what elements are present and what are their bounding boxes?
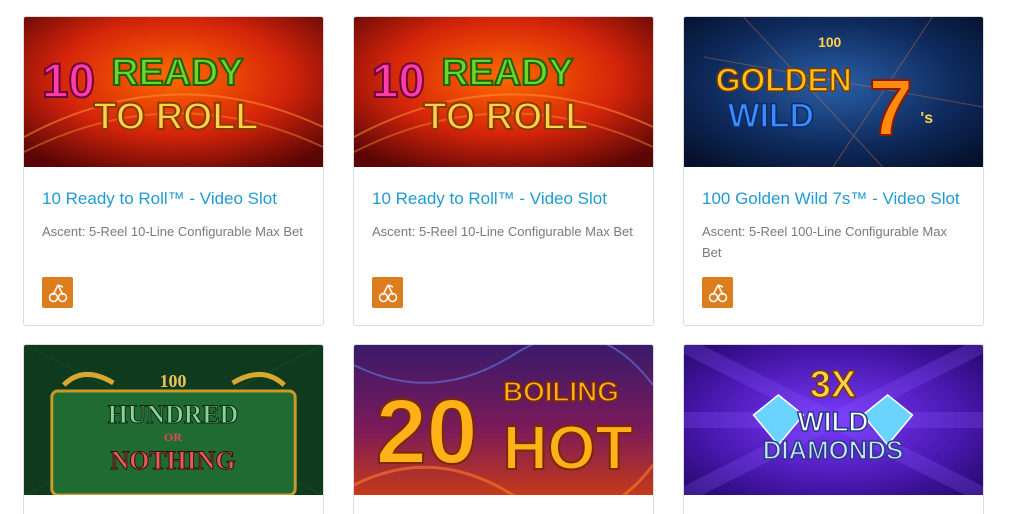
art-number: 10 <box>42 55 95 108</box>
cherries-icon <box>42 277 73 308</box>
game-art-20-boiling-hot: 20 BOILING HOT <box>354 345 653 495</box>
game-card-20-boiling-hot[interactable]: 20 BOILING HOT <box>353 344 654 514</box>
art-line2: TO ROLL <box>94 96 259 138</box>
art-line2: HOT <box>503 414 633 483</box>
art-line1: 3X <box>810 364 856 406</box>
art-line1: READY <box>441 52 573 94</box>
art-top: 100 <box>818 34 841 50</box>
art-line2: WILD <box>728 97 814 135</box>
game-thumbnail[interactable]: 20 BOILING HOT <box>354 345 653 495</box>
game-description: Ascent: 5-Reel 10-Line Configurable Max … <box>372 224 633 239</box>
game-thumbnail[interactable]: 10 READY TO ROLL <box>354 17 653 167</box>
game-description: Ascent: 5-Reel 100-Line Configurable Max… <box>702 224 947 260</box>
art-number: 20 <box>376 381 478 483</box>
cherries-icon <box>372 277 403 308</box>
art-suffix: 's <box>920 110 933 127</box>
game-art-10-ready-to-roll: 10 READY TO ROLL <box>24 17 323 167</box>
cherries-icon <box>702 277 733 308</box>
game-art-3x-wild-diamonds: 3X WILD DIAMONDS <box>684 345 983 495</box>
art-line3: DIAMONDS <box>763 437 904 465</box>
game-art-10-ready-to-roll: 10 READY TO ROLL <box>354 17 653 167</box>
game-card-100-golden-wild-7s[interactable]: 100 GOLDEN WILD 7 's 100 Golden Wild 7s™… <box>683 16 984 326</box>
game-art-100-golden-wild-7s: 100 GOLDEN WILD 7 's <box>684 17 983 167</box>
game-title-link[interactable]: 10 Ready to Roll™ - Video Slot <box>42 187 305 211</box>
game-thumbnail[interactable]: 10 READY TO ROLL <box>24 17 323 167</box>
art-seven: 7 <box>869 63 913 152</box>
game-card-hundred-or-nothing[interactable]: 100 HUNDRED OR NOTHING <box>23 344 324 514</box>
game-card-3x-wild-diamonds[interactable]: 3X WILD DIAMONDS <box>683 344 984 514</box>
art-line1: READY <box>111 52 243 94</box>
art-top: 100 <box>160 371 187 391</box>
art-line1: BOILING <box>503 376 619 407</box>
game-description: Ascent: 5-Reel 10-Line Configurable Max … <box>42 224 303 239</box>
game-card-10-ready-to-roll-2[interactable]: 10 READY TO ROLL 10 Ready to Roll™ - Vid… <box>353 16 654 326</box>
game-thumbnail[interactable]: 100 GOLDEN WILD 7 's <box>684 17 983 167</box>
art-line1: HUNDRED <box>108 400 239 429</box>
art-line2: WILD <box>797 406 868 437</box>
game-title-link[interactable]: 10 Ready to Roll™ - Video Slot <box>372 187 635 211</box>
art-line2: TO ROLL <box>424 96 589 138</box>
game-card-10-ready-to-roll[interactable]: 10 READY TO ROLL 10 Ready to Roll™ - Vid… <box>23 16 324 326</box>
game-thumbnail[interactable]: 100 HUNDRED OR NOTHING <box>24 345 323 495</box>
art-line2: NOTHING <box>111 446 236 475</box>
art-line1: GOLDEN <box>716 62 852 98</box>
art-mid: OR <box>164 430 182 444</box>
art-number: 10 <box>372 55 425 108</box>
game-grid: 10 READY TO ROLL 10 Ready to Roll™ - Vid… <box>0 0 1024 514</box>
game-thumbnail[interactable]: 3X WILD DIAMONDS <box>684 345 983 495</box>
game-title-link[interactable]: 100 Golden Wild 7s™ - Video Slot <box>702 187 965 211</box>
game-art-hundred-or-nothing: 100 HUNDRED OR NOTHING <box>24 345 323 495</box>
